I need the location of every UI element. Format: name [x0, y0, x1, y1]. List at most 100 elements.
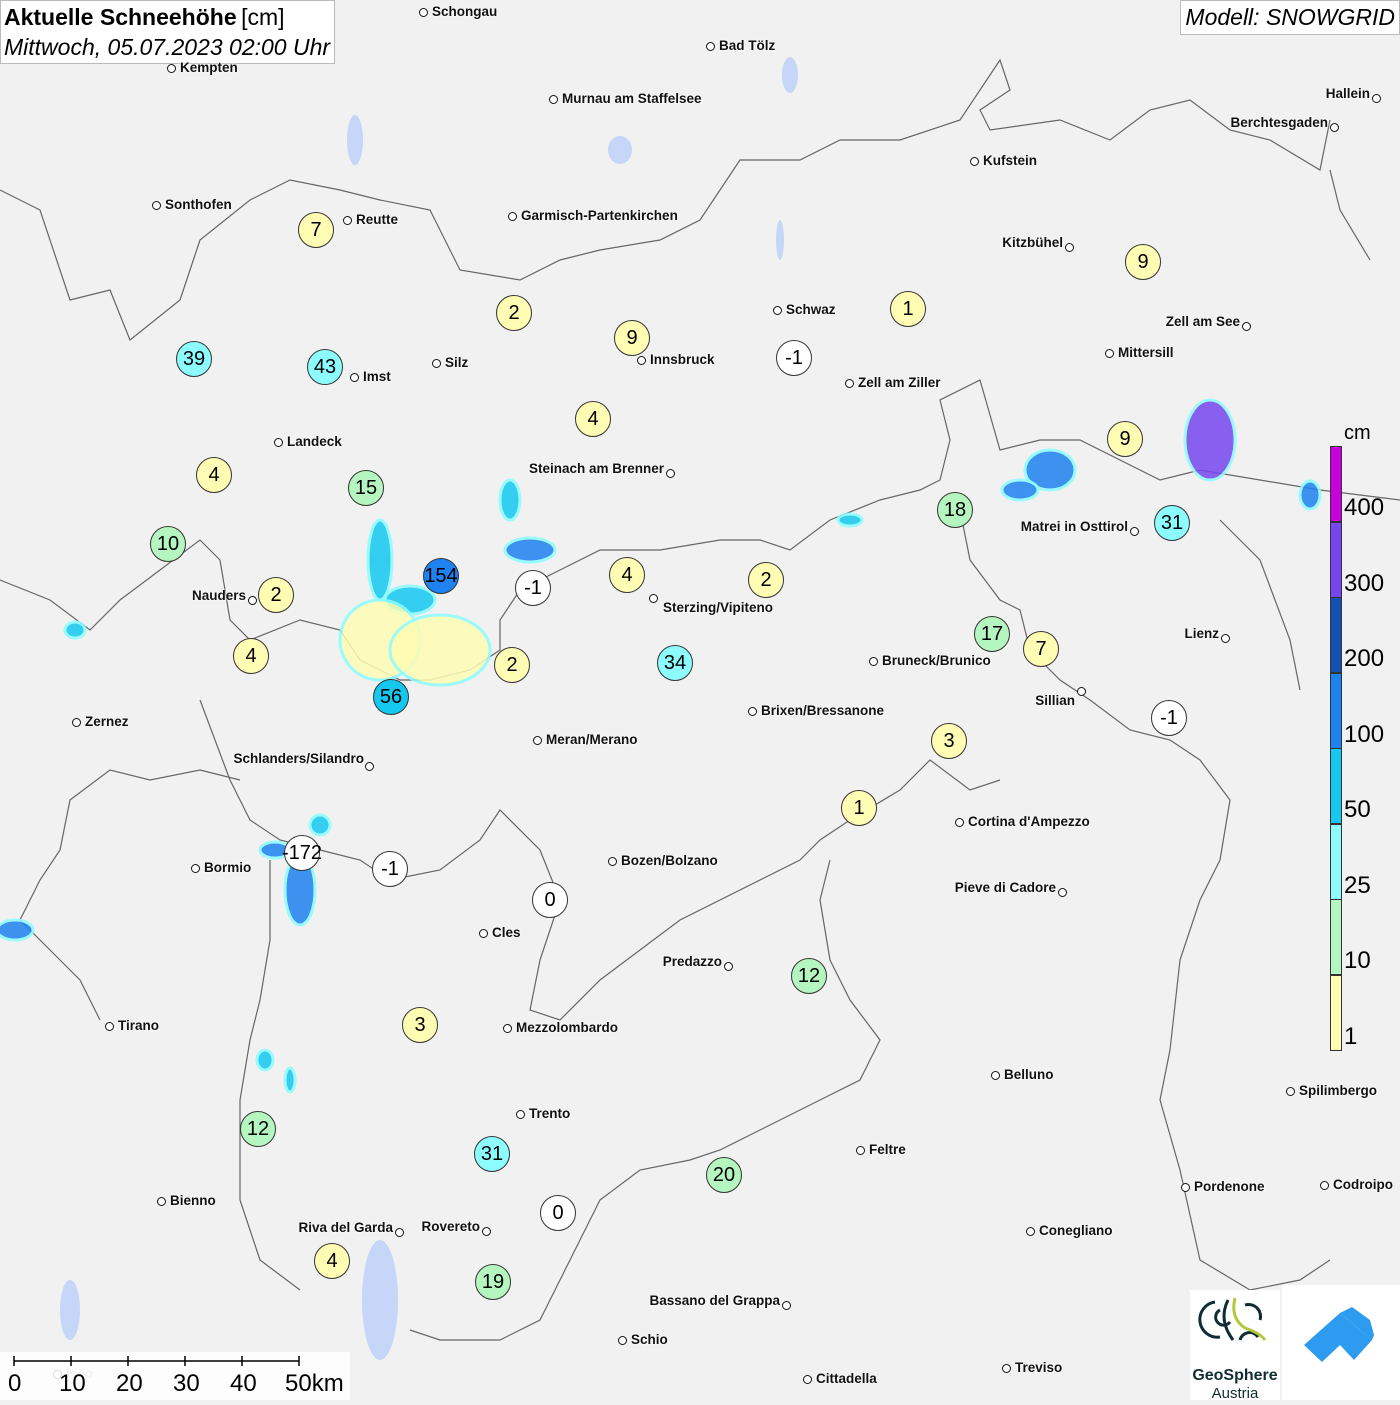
station-marker[interactable]: -1 — [372, 851, 408, 887]
city-dot — [1372, 94, 1381, 103]
station-marker[interactable]: 31 — [474, 1136, 510, 1172]
city-label: Kufstein — [983, 153, 1037, 168]
city-label: Pieve di Cadore — [954, 880, 1056, 895]
station-marker[interactable]: 4 — [575, 401, 611, 437]
snow-cover-areas — [0, 398, 1322, 1094]
city-label: Meran/Merano — [546, 732, 638, 747]
station-marker[interactable]: 9 — [614, 320, 650, 356]
station-marker[interactable]: 7 — [1023, 631, 1059, 667]
city-dot — [782, 1301, 791, 1310]
station-marker[interactable]: 56 — [373, 679, 409, 715]
legend-label: 50 — [1344, 796, 1371, 823]
station-marker[interactable]: 43 — [307, 349, 343, 385]
geosphere-logo: GeoSphere Austria — [1190, 1290, 1280, 1402]
city-label: Tirano — [118, 1018, 160, 1033]
scale-label: 0 — [8, 1370, 22, 1397]
city-dot — [248, 596, 257, 605]
city-label: Predazzo — [662, 954, 722, 969]
station-marker[interactable]: 18 — [937, 492, 973, 528]
city-dot — [637, 356, 646, 365]
city-dot — [432, 359, 441, 368]
station-marker[interactable]: 39 — [176, 341, 212, 377]
city-label: Cittadella — [816, 1371, 877, 1386]
legend-swatch — [1330, 446, 1342, 522]
station-marker[interactable]: 17 — [974, 616, 1010, 652]
station-marker[interactable]: 34 — [657, 645, 693, 681]
city-label: Feltre — [869, 1142, 906, 1157]
legend-label: 1 — [1344, 1022, 1358, 1050]
city-dot — [508, 212, 517, 221]
city-label: Sonthofen — [165, 197, 232, 212]
city-label: Silz — [445, 355, 469, 370]
legend-swatch — [1330, 899, 1342, 975]
station-marker[interactable]: -1 — [776, 340, 812, 376]
city-label: Garmisch-Partenkirchen — [521, 208, 678, 223]
city-label: Kitzbühel — [1002, 235, 1063, 250]
station-marker[interactable]: 4 — [314, 1243, 350, 1279]
scale-label: 30 — [173, 1370, 200, 1397]
legend-label: 10 — [1344, 947, 1371, 974]
station-marker[interactable]: 9 — [1107, 421, 1143, 457]
station-marker[interactable]: -1 — [1151, 700, 1187, 736]
city-label: Landeck — [287, 434, 342, 449]
station-marker[interactable]: 7 — [298, 212, 334, 248]
station-marker[interactable]: 15 — [348, 470, 384, 506]
station-marker[interactable]: -172 — [282, 835, 322, 871]
city-dot — [479, 929, 488, 938]
station-marker[interactable]: 154 — [423, 558, 459, 594]
city-label: Schwaz — [786, 302, 836, 317]
snow-patch — [836, 512, 864, 528]
city-dot — [516, 1110, 525, 1119]
city-dot — [482, 1227, 491, 1236]
title-datetime: Mittwoch, 05.07.2023 02:00 Uhr — [4, 34, 331, 60]
city-dot — [955, 818, 964, 827]
station-marker[interactable]: 3 — [402, 1007, 438, 1043]
station-marker[interactable]: 4 — [233, 638, 269, 674]
snow-patch — [1298, 479, 1322, 511]
city-label: Lienz — [1184, 626, 1219, 641]
city-dot — [1065, 243, 1074, 252]
city-dot — [618, 1336, 627, 1345]
station-marker[interactable]: 4 — [609, 557, 645, 593]
city-label: Schio — [631, 1332, 668, 1347]
city-label: Matrei in Osttirol — [1020, 519, 1128, 534]
city-dot — [845, 379, 854, 388]
station-marker[interactable]: 1 — [841, 790, 877, 826]
city-dot — [803, 1375, 812, 1384]
legend-swatch — [1330, 597, 1342, 673]
station-marker[interactable]: 2 — [494, 647, 530, 683]
city-label: Steinach am Brenner — [528, 461, 664, 476]
station-marker[interactable]: 12 — [240, 1111, 276, 1147]
station-marker[interactable]: 4 — [196, 457, 232, 493]
station-marker[interactable]: 12 — [791, 958, 827, 994]
station-marker[interactable]: 19 — [475, 1264, 511, 1300]
station-marker[interactable]: 9 — [1125, 244, 1161, 280]
geosphere-sub: Austria — [1211, 1385, 1259, 1402]
city-label: Sterzing/Vipiteno — [663, 600, 774, 615]
city-dot — [152, 201, 161, 210]
station-marker[interactable]: 3 — [931, 723, 967, 759]
city-label: Codroipo — [1333, 1177, 1393, 1192]
station-marker[interactable]: 2 — [258, 577, 294, 613]
legend-swatch — [1330, 672, 1342, 749]
station-marker[interactable]: 2 — [496, 295, 532, 331]
station-marker[interactable]: 20 — [706, 1157, 742, 1193]
city-label: Conegliano — [1039, 1223, 1113, 1238]
city-dot — [748, 707, 757, 716]
station-marker[interactable]: 1 — [890, 291, 926, 327]
city-dot — [991, 1071, 1000, 1080]
city-label: Reutte — [356, 212, 399, 227]
city-dot — [608, 857, 617, 866]
city-dot — [1130, 527, 1139, 536]
city-label: Bienno — [170, 1193, 216, 1208]
snow-patch — [503, 536, 557, 564]
city-dot — [105, 1022, 114, 1031]
partner-logo — [1282, 1285, 1400, 1400]
station-marker[interactable]: 10 — [150, 526, 186, 562]
station-marker[interactable]: -1 — [515, 570, 551, 606]
station-marker[interactable]: 0 — [532, 882, 568, 918]
city-dot — [724, 962, 733, 971]
station-marker[interactable]: 31 — [1154, 505, 1190, 541]
station-marker[interactable]: 2 — [748, 562, 784, 598]
station-marker[interactable]: 0 — [540, 1195, 576, 1231]
